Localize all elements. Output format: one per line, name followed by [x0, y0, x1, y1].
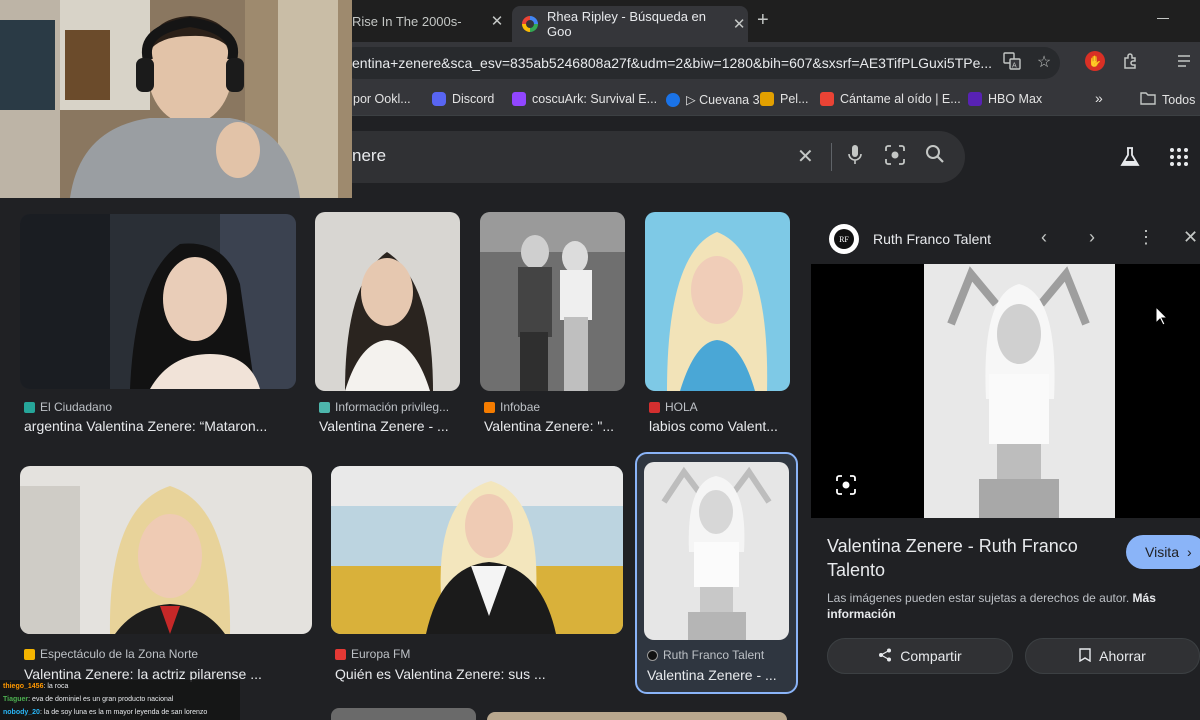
result-image[interactable] — [315, 212, 460, 391]
tab-title: Rhea Ripley - Búsqueda en Goo — [547, 9, 706, 39]
result-source: El Ciudadano — [40, 400, 113, 414]
twitch-icon — [512, 92, 526, 106]
favicon-icon — [335, 648, 346, 660]
next-icon[interactable]: › — [1089, 227, 1095, 248]
bookmark-favicon — [820, 92, 834, 106]
apps-grid-icon[interactable] — [1170, 148, 1188, 166]
result-source: Infobae — [500, 400, 541, 414]
preview-image[interactable] — [811, 264, 1200, 518]
result-source: Europa FM — [351, 647, 411, 661]
bookmark-icon — [1079, 647, 1091, 665]
bookmark-cuevana[interactable]: ▷ Cuevana 3 — [666, 92, 760, 107]
result-source: Ruth Franco Talent — [663, 648, 765, 662]
result-card-selected[interactable]: Ruth Franco Talent Valentina Zenere - ..… — [635, 452, 798, 694]
lens-search-icon[interactable] — [835, 474, 857, 496]
favicon-icon — [24, 648, 35, 660]
share-icon — [878, 648, 892, 665]
bookmark-cantame[interactable]: Cántame al oído | E... — [820, 92, 961, 106]
favicon-icon — [647, 649, 658, 661]
result-image[interactable] — [480, 212, 625, 391]
close-icon[interactable]: ✕ — [730, 15, 748, 33]
cuevana-icon — [666, 92, 680, 107]
translate-icon[interactable]: A — [1001, 52, 1023, 75]
result-image[interactable] — [331, 708, 476, 720]
svg-text:A: A — [1012, 63, 1017, 70]
star-icon[interactable]: ☆ — [1033, 52, 1055, 72]
extension-red-icon[interactable]: ✋ — [1085, 51, 1105, 71]
previous-icon[interactable]: ‹ — [1041, 227, 1047, 248]
mouse-cursor-icon — [1155, 305, 1169, 331]
result-title[interactable]: Valentina Zenere - ... — [319, 418, 459, 434]
panel-title[interactable]: Valentina Zenere - Ruth Franco Talento — [827, 534, 1107, 582]
lens-icon[interactable] — [884, 144, 906, 172]
browser-window: Rise In The 2000s- ✕ Rhea Ripley - Búsqu… — [0, 0, 1200, 720]
google-icon — [522, 16, 538, 32]
visit-button[interactable]: Visita › — [1126, 535, 1200, 569]
result-title[interactable]: labios como Valent... — [649, 418, 789, 434]
result-image[interactable] — [20, 214, 296, 389]
microphone-icon[interactable] — [847, 144, 863, 172]
favicon-icon — [24, 401, 35, 413]
close-icon[interactable]: ✕ — [1183, 227, 1198, 248]
chat-message: Tiaguer: eva de dominiel es un gran prod… — [3, 696, 174, 703]
result-title[interactable]: Valentina Zenere: "... — [484, 418, 624, 434]
tab-rise-2000s[interactable]: Rise In The 2000s- ✕ — [350, 6, 506, 36]
search-query: nere — [352, 146, 387, 165]
save-button[interactable]: Ahorrar — [1025, 638, 1200, 674]
search-input[interactable]: nere ✕ — [300, 131, 965, 183]
result-image[interactable] — [644, 462, 789, 640]
close-icon[interactable]: ✕ — [488, 12, 506, 30]
result-image[interactable] — [487, 712, 787, 720]
copyright-note: Las imágenes pueden estar sujetas a dere… — [827, 591, 1156, 621]
chat-message: nobody_20: la de soy luna es la m mayor … — [3, 709, 208, 716]
image-preview-panel: RF Ruth Franco Talent ‹ › ⋮ ✕ Valentina … — [811, 214, 1200, 720]
bookmark-ookla[interactable]: por Ookl... — [353, 92, 411, 106]
fleur-icon — [760, 92, 774, 106]
all-bookmarks-folder[interactable]: Todos — [1140, 92, 1195, 108]
favicon-icon — [319, 401, 330, 413]
share-button[interactable]: Compartir — [827, 638, 1013, 674]
result-image[interactable] — [331, 466, 623, 634]
result-title[interactable]: Valentina Zenere - ... — [647, 667, 787, 683]
bookmark-coscuark[interactable]: coscuArk: Survival E... — [512, 92, 657, 106]
new-tab-button[interactable]: + — [757, 9, 769, 32]
favicon-icon — [484, 401, 495, 413]
labs-flask-icon[interactable] — [1119, 146, 1141, 174]
panel-source-name[interactable]: Ruth Franco Talent — [873, 231, 991, 247]
result-source: Espectáculo de la Zona Norte — [40, 647, 199, 661]
chat-message: thiego_1456: la roca — [3, 683, 69, 690]
bookmark-discord[interactable]: Discord — [432, 92, 494, 106]
clear-icon[interactable]: ✕ — [797, 144, 814, 169]
result-image[interactable] — [645, 212, 790, 391]
folder-icon — [1140, 92, 1156, 108]
menu-icon[interactable] — [1173, 52, 1195, 75]
minimize-button[interactable] — [1157, 18, 1169, 19]
search-icon[interactable] — [925, 144, 945, 170]
hbo-icon — [968, 92, 982, 106]
chevron-right-icon: › — [1186, 544, 1192, 560]
puzzle-icon[interactable] — [1120, 52, 1142, 75]
source-logo: RF — [829, 224, 859, 254]
more-bookmarks-button[interactable]: » — [1095, 90, 1103, 106]
discord-icon — [432, 92, 446, 106]
more-options-icon[interactable]: ⋮ — [1137, 227, 1155, 248]
tab-title: Rise In The 2000s- — [352, 13, 462, 29]
result-title[interactable]: Quién es Valentina Zenere: sus ... — [335, 666, 605, 682]
bookmark-pel[interactable]: Pel... — [760, 92, 809, 106]
result-title[interactable]: argentina Valentina Zenere: “Mataron... — [24, 418, 294, 434]
bookmark-hbo[interactable]: HBO Max — [968, 92, 1042, 106]
result-source: HOLA — [665, 400, 698, 414]
result-source: Información privileg... — [335, 400, 450, 414]
result-image[interactable] — [20, 466, 312, 634]
tab-google-search[interactable]: Rhea Ripley - Búsqueda en Goo ✕ — [512, 6, 748, 42]
webcam-overlay — [0, 0, 352, 198]
url-text: entina+zenere&sca_esv=835ab5246808a27f&u… — [352, 55, 993, 71]
address-bar[interactable]: entina+zenere&sca_esv=835ab5246808a27f&u… — [340, 47, 1060, 79]
stream-chat-overlay: thiego_1456: la roca Tiaguer: eva de dom… — [0, 680, 240, 720]
favicon-icon — [649, 401, 660, 413]
divider — [831, 143, 832, 171]
